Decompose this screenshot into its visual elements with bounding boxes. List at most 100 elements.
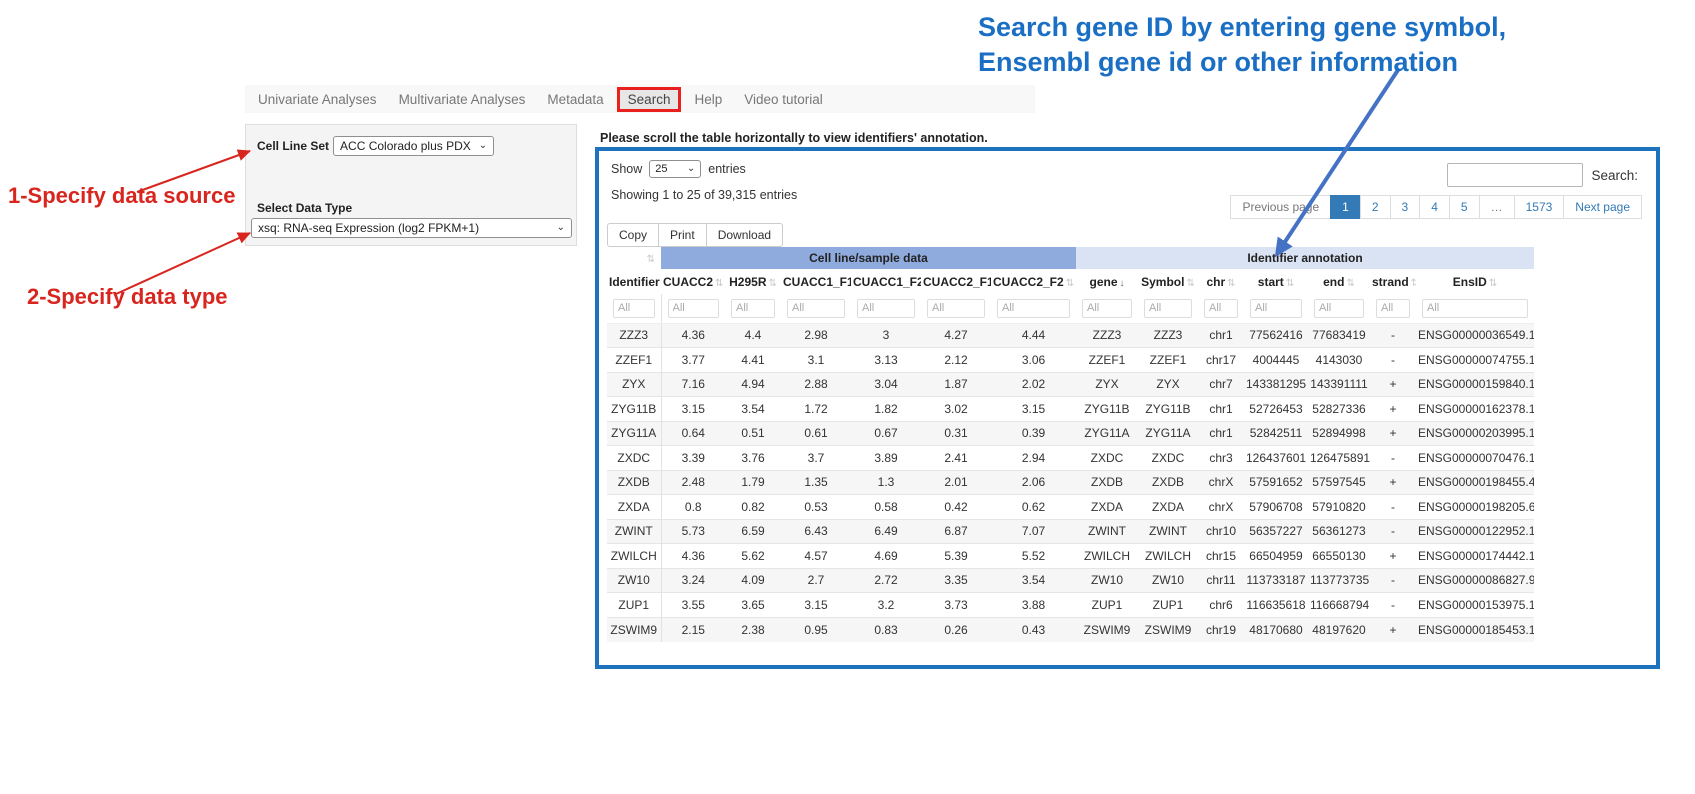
cell-symbol: ZYG11B [1138, 397, 1198, 422]
page-button-3[interactable]: 3 [1390, 195, 1421, 219]
cell-cuacc2: 3.39 [661, 446, 725, 471]
column-header-symbol[interactable]: Symbol⇅ [1138, 269, 1198, 294]
cell-cuacc2: 3.15 [661, 397, 725, 422]
nav-item-metadata[interactable]: Metadata [536, 88, 614, 111]
page-length-row: Show 25 ⌄ entries [611, 160, 746, 178]
cell-start: 48170680 [1244, 617, 1308, 642]
cell-cuacc2-f1: 2.01 [921, 470, 991, 495]
filter-input-cuacc2-f2[interactable] [997, 299, 1070, 318]
cell-start: 77562416 [1244, 323, 1308, 348]
cell-strand: + [1370, 617, 1416, 642]
filter-cell-cuacc2-f1 [921, 294, 991, 323]
column-header-cuacc2[interactable]: CUACC2⇅ [661, 269, 725, 294]
cell-start: 52842511 [1244, 421, 1308, 446]
column-header-start[interactable]: start⇅ [1244, 269, 1308, 294]
filter-input-cuacc1-f1[interactable] [787, 299, 845, 318]
table-row: ZXDC3.393.763.73.892.412.94ZXDCZXDCchr31… [607, 446, 1534, 471]
cell-cuacc1-f2: 1.3 [851, 470, 921, 495]
cell-h295r: 1.79 [725, 470, 781, 495]
filter-cell-gene [1076, 294, 1138, 323]
cell-chr: chr17 [1198, 348, 1244, 373]
column-header-cuacc1-f2[interactable]: CUACC1_F2⇅ [851, 269, 921, 294]
nav-item-multivariate-analyses[interactable]: Multivariate Analyses [388, 88, 537, 111]
filter-cell-chr [1198, 294, 1244, 323]
nav-item-search[interactable]: Search [617, 87, 682, 112]
filter-input-identifier[interactable] [613, 299, 655, 318]
cell-cuacc1-f2: 0.83 [851, 617, 921, 642]
sort-all-cell[interactable]: ⇅ [607, 247, 661, 269]
filter-cell-start [1244, 294, 1308, 323]
cell-gene: ZYG11A [1076, 421, 1138, 446]
cell-ensid: ENSG00000036549.13 [1416, 323, 1534, 348]
cell-symbol: ZWINT [1138, 519, 1198, 544]
cell-identifier: ZW10 [607, 568, 661, 593]
column-header-gene[interactable]: gene↓ [1076, 269, 1138, 294]
filter-input-symbol[interactable] [1144, 299, 1192, 318]
column-header-end[interactable]: end⇅ [1308, 269, 1370, 294]
table-row: ZUP13.553.653.153.23.733.88ZUP1ZUP1chr61… [607, 593, 1534, 618]
cell-identifier: ZYG11A [607, 421, 661, 446]
cell-line-set-select[interactable]: ACC Colorado plus PDX ⌄ [333, 136, 494, 156]
cell-end: 143391111 [1308, 372, 1370, 397]
column-header-cuacc2-f1[interactable]: CUACC2_F1⇅ [921, 269, 991, 294]
column-header-identifier[interactable]: Identifier [607, 269, 661, 294]
column-header-cuacc1-f1[interactable]: CUACC1_F1⇅ [781, 269, 851, 294]
filter-input-cuacc2-f1[interactable] [927, 299, 985, 318]
cell-cuacc1-f1: 0.95 [781, 617, 851, 642]
filter-input-end[interactable] [1314, 299, 1364, 318]
cell-cuacc2-f1: 0.42 [921, 495, 991, 520]
filter-input-cuacc2[interactable] [668, 299, 720, 318]
cell-cuacc2-f2: 0.39 [991, 421, 1076, 446]
cell-h295r: 2.38 [725, 617, 781, 642]
filter-input-gene[interactable] [1082, 299, 1132, 318]
nav-item-help[interactable]: Help [683, 88, 733, 111]
show-label: Show [611, 162, 642, 176]
page-button-2[interactable]: 2 [1360, 195, 1391, 219]
cell-strand: - [1370, 446, 1416, 471]
nav-item-video-tutorial[interactable]: Video tutorial [733, 88, 834, 111]
cell-start: 4004445 [1244, 348, 1308, 373]
column-header-cuacc2-f2[interactable]: CUACC2_F2⇅ [991, 269, 1076, 294]
table-search-input[interactable] [1447, 163, 1583, 187]
cell-ensid: ENSG00000185453.13 [1416, 617, 1534, 642]
table-row: ZXDA0.80.820.530.580.420.62ZXDAZXDAchrX5… [607, 495, 1534, 520]
column-label: EnsID [1453, 275, 1487, 289]
filter-input-strand[interactable] [1376, 299, 1410, 318]
cell-chr: chr7 [1198, 372, 1244, 397]
previous-page-button[interactable]: Previous page [1230, 195, 1331, 219]
table-info: Showing 1 to 25 of 39,315 entries [611, 188, 797, 202]
next-page-button[interactable]: Next page [1563, 195, 1642, 219]
column-header-ensid[interactable]: EnsID⇅ [1416, 269, 1534, 294]
nav-item-univariate-analyses[interactable]: Univariate Analyses [247, 88, 388, 111]
table-row: ZYG11A0.640.510.610.670.310.39ZYG11AZYG1… [607, 421, 1534, 446]
print-button[interactable]: Print [658, 223, 707, 247]
cell-strand: - [1370, 323, 1416, 348]
download-button[interactable]: Download [706, 223, 783, 247]
cell-chr: chr3 [1198, 446, 1244, 471]
cell-cuacc1-f2: 0.67 [851, 421, 921, 446]
page-button-5[interactable]: 5 [1449, 195, 1480, 219]
data-type-select[interactable]: xsq: RNA-seq Expression (log2 FPKM+1) ⌄ [251, 218, 572, 238]
cell-cuacc2-f2: 3.15 [991, 397, 1076, 422]
cell-gene: ZYX [1076, 372, 1138, 397]
copy-button[interactable]: Copy [607, 223, 659, 247]
filter-input-chr[interactable] [1204, 299, 1238, 318]
page-length-select[interactable]: 25 ⌄ [649, 160, 701, 178]
column-header-chr[interactable]: chr⇅ [1198, 269, 1244, 294]
cell-identifier: ZUP1 [607, 593, 661, 618]
filter-input-cuacc1-f2[interactable] [857, 299, 915, 318]
cell-start: 143381295 [1244, 372, 1308, 397]
filter-input-start[interactable] [1250, 299, 1302, 318]
search-tip-line1: Search gene ID by entering gene symbol, [978, 10, 1506, 45]
page-button-1573[interactable]: 1573 [1514, 195, 1565, 219]
column-label: CUACC1_F2 [853, 275, 921, 289]
filter-input-h295r[interactable] [731, 299, 775, 318]
page-button-1[interactable]: 1 [1330, 195, 1361, 219]
page-button-4[interactable]: 4 [1419, 195, 1450, 219]
filter-input-ensid[interactable] [1422, 299, 1528, 318]
cell-identifier: ZXDB [607, 470, 661, 495]
column-header-strand[interactable]: strand⇅ [1370, 269, 1416, 294]
cell-end: 126475891 [1308, 446, 1370, 471]
chevron-down-icon: ⌄ [687, 164, 695, 174]
column-header-h295r[interactable]: H295R⇅ [725, 269, 781, 294]
